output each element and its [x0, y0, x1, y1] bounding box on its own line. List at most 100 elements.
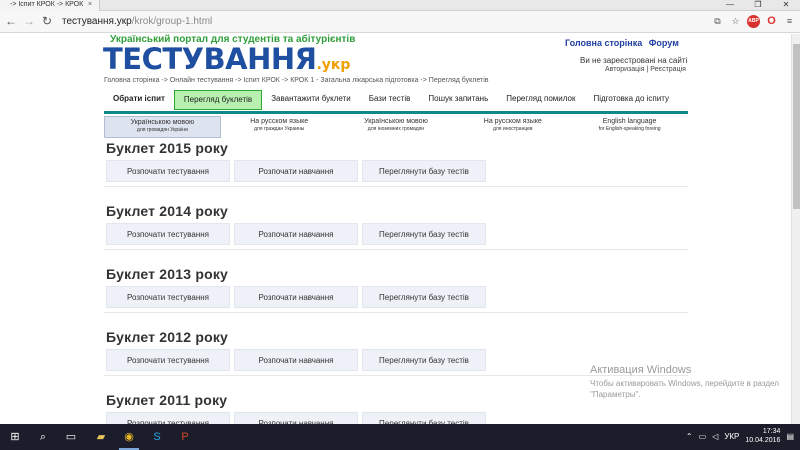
view-test-base-button[interactable]: Переглянути базу тестів [362, 223, 486, 245]
booklet-actions: Розпочати тестування Розпочати навчання Пе… [106, 160, 486, 182]
language-option-4[interactable]: English language for English-speaking for… [571, 116, 688, 138]
booklet-section: Буклет 2014 року Розпочати тестування Розп… [104, 203, 690, 250]
bookmark-star-icon[interactable]: ☆ [729, 15, 742, 28]
browser-tab[interactable]: -> Іспит КРОК -> КРОК × [0, 0, 100, 11]
watermark-subtitle: Чтобы активировать Windows, перейдите в … [590, 379, 779, 399]
system-tray: ⌃ ▭ ◁ УКР 17:34 10.04.2016 ▤ [686, 427, 794, 445]
task-view-icon[interactable]: ▭ [62, 428, 80, 446]
start-testing-button[interactable]: Розпочати тестування [106, 160, 230, 182]
booklet-section: Буклет 2015 року Розпочати тестування Розп… [104, 140, 690, 187]
booklet-title: Буклет 2015 року [106, 140, 229, 156]
windows-activation-watermark: Активация Windows Чтобы активировать Win… [590, 364, 780, 400]
nav-item-2[interactable]: Завантажити буклети [262, 90, 360, 110]
auth-divider: | [646, 66, 649, 73]
start-testing-button[interactable]: Розпочати тестування [106, 412, 230, 424]
booklet-actions: Розпочати тестування Розпочати навчання Пе… [106, 349, 486, 371]
maximize-icon[interactable]: ❐ [744, 0, 772, 11]
site-logo[interactable]: ТЕСТУВАННЯ.укр [103, 42, 350, 76]
language-subtitle: для громадян України [136, 127, 188, 133]
language-title: Українською мовою [364, 118, 428, 125]
nav-item-5[interactable]: Перегляд помилок [497, 90, 584, 110]
opera-extension-icon[interactable]: O [765, 15, 778, 28]
page-scrollbar[interactable] [791, 34, 800, 424]
language-option-3[interactable]: На русском языке для иностранцев [454, 116, 571, 138]
view-test-base-button[interactable]: Переглянути базу тестів [362, 412, 486, 424]
booklet-divider [104, 312, 688, 313]
scrollbar-thumb[interactable] [793, 44, 800, 209]
booklet-title: Буклет 2014 року [106, 203, 229, 219]
view-test-base-button[interactable]: Переглянути базу тестів [362, 349, 486, 371]
watermark-title: Активация Windows [590, 364, 692, 376]
view-test-base-button[interactable]: Переглянути базу тестів [362, 286, 486, 308]
booklet-title: Буклет 2012 року [106, 329, 229, 345]
close-window-icon[interactable]: ✕ [772, 0, 800, 11]
back-icon[interactable]: ← [4, 15, 18, 29]
logo-main: ТЕСТУВАННЯ [103, 42, 317, 76]
search-icon[interactable]: ⌕ [34, 428, 52, 446]
language-option-1[interactable]: На русском языке для граждан Украины [221, 116, 338, 138]
booklet-section: Буклет 2013 року Розпочати тестування Розп… [104, 266, 690, 313]
top-links: Головна сторінка Форум [565, 38, 683, 48]
start-learning-button[interactable]: Розпочати навчання [234, 349, 358, 371]
register-link[interactable]: Реєстрація [650, 66, 686, 73]
minimize-icon[interactable]: — [716, 0, 744, 11]
logo-suffix: .укр [316, 57, 351, 73]
file-explorer-icon[interactable]: ▰ [92, 428, 110, 446]
language-subtitle: для иностранцев [492, 126, 533, 132]
forum-link[interactable]: Форум [649, 38, 679, 48]
auth-status: Ви не зареєстровані на сайті [580, 56, 688, 65]
page-viewport: Український портал для студентів та абіт… [0, 34, 800, 424]
start-windows-icon[interactable]: ⊞ [6, 428, 24, 446]
address-bar[interactable]: тестування.укр/krok/group-1.html [62, 15, 212, 29]
language-subtitle: для іноземних громадян [367, 126, 425, 132]
booklet-actions: Розпочати тестування Розпочати навчання Пе… [106, 412, 486, 424]
tray-network-icon[interactable]: ▭ [699, 432, 707, 441]
start-learning-button[interactable]: Розпочати навчання [234, 412, 358, 424]
skype-icon[interactable]: S [148, 428, 166, 446]
adblock-icon[interactable]: ABP [747, 15, 760, 28]
translate-icon[interactable]: ⧉ [711, 15, 724, 28]
tray-language[interactable]: УКР [724, 432, 739, 441]
login-link[interactable]: Авторизація [605, 66, 645, 73]
view-test-base-button[interactable]: Переглянути базу тестів [362, 160, 486, 182]
tab-close-icon[interactable]: × [88, 0, 92, 10]
booklet-divider [104, 186, 688, 187]
start-learning-button[interactable]: Розпочати навчання [234, 160, 358, 182]
clock-date: 10.04.2016 [745, 437, 781, 444]
language-title: Українською мовою [130, 119, 195, 126]
nav-item-3[interactable]: Бази тестів [360, 90, 420, 110]
browser-tab-strip: -> Іспит КРОК -> КРОК × — ❐ ✕ [0, 0, 800, 11]
tray-clock[interactable]: 17:34 10.04.2016 [745, 427, 780, 445]
nav-item-4[interactable]: Пошук запитань [419, 90, 497, 110]
nav-item-1[interactable]: Перегляд буклетів [173, 90, 263, 110]
chrome-icon[interactable]: ◉ [120, 428, 138, 446]
tray-volume-icon[interactable]: ◁ [712, 432, 718, 441]
clock-time: 17:34 [762, 428, 781, 435]
language-title: На русском языке [483, 118, 542, 125]
nav-item-6[interactable]: Підготовка до іспиту [584, 90, 678, 110]
address-host: тестування.укр [62, 16, 132, 27]
nav-item-0[interactable]: Обрати іспит [104, 90, 174, 110]
booklet-divider [104, 249, 688, 250]
booklet-title: Буклет 2013 року [106, 266, 229, 282]
language-title: English language [602, 118, 657, 125]
booklet-section: Буклет 2012 року Розпочати тестування Розп… [104, 329, 690, 376]
language-option-2[interactable]: Українською мовою для іноземних громадян [338, 116, 455, 138]
start-learning-button[interactable]: Розпочати навчання [234, 286, 358, 308]
breadcrumb[interactable]: Головна сторінка -> Онлайн тестування ->… [104, 77, 489, 84]
tray-up-arrow-icon[interactable]: ⌃ [686, 432, 693, 441]
start-learning-button[interactable]: Розпочати навчання [234, 223, 358, 245]
language-subtitle: for English-speaking foreing [598, 126, 661, 132]
start-testing-button[interactable]: Розпочати тестування [106, 223, 230, 245]
menu-icon[interactable]: ≡ [783, 15, 796, 28]
start-testing-button[interactable]: Розпочати тестування [106, 349, 230, 371]
home-link[interactable]: Головна сторінка [565, 38, 642, 48]
language-option-0[interactable]: Українською мовою для громадян України [104, 116, 221, 138]
reload-icon[interactable]: ↻ [40, 15, 54, 29]
main-navigation: Обрати іспит Перегляд буклетів Завантажити… [104, 90, 688, 114]
forward-icon[interactable]: → [22, 15, 36, 29]
powerpoint-icon[interactable]: P [176, 428, 194, 446]
start-testing-button[interactable]: Розпочати тестування [106, 286, 230, 308]
notifications-icon[interactable]: ▤ [786, 432, 794, 441]
booklet-actions: Розпочати тестування Розпочати навчання Пе… [106, 286, 486, 308]
